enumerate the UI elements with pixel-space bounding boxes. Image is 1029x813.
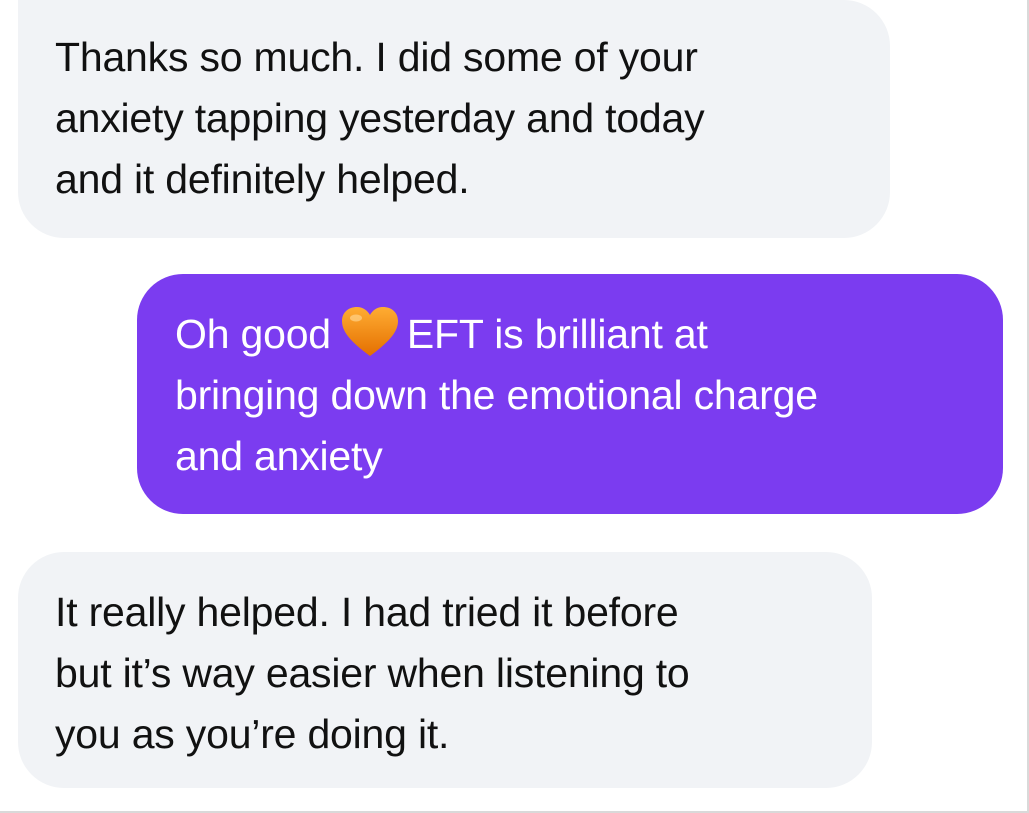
orange-heart-icon [341, 307, 398, 356]
outgoing-message-bubble[interactable]: Oh good EFT is brilliant at bringing down… [137, 274, 1003, 514]
incoming-message-bubble[interactable]: Thanks so much. I did some of your anxie… [18, 0, 890, 238]
message-text-before-emoji: Oh good [175, 311, 331, 357]
incoming-message-bubble[interactable]: It really helped. I had tried it before … [18, 552, 872, 788]
